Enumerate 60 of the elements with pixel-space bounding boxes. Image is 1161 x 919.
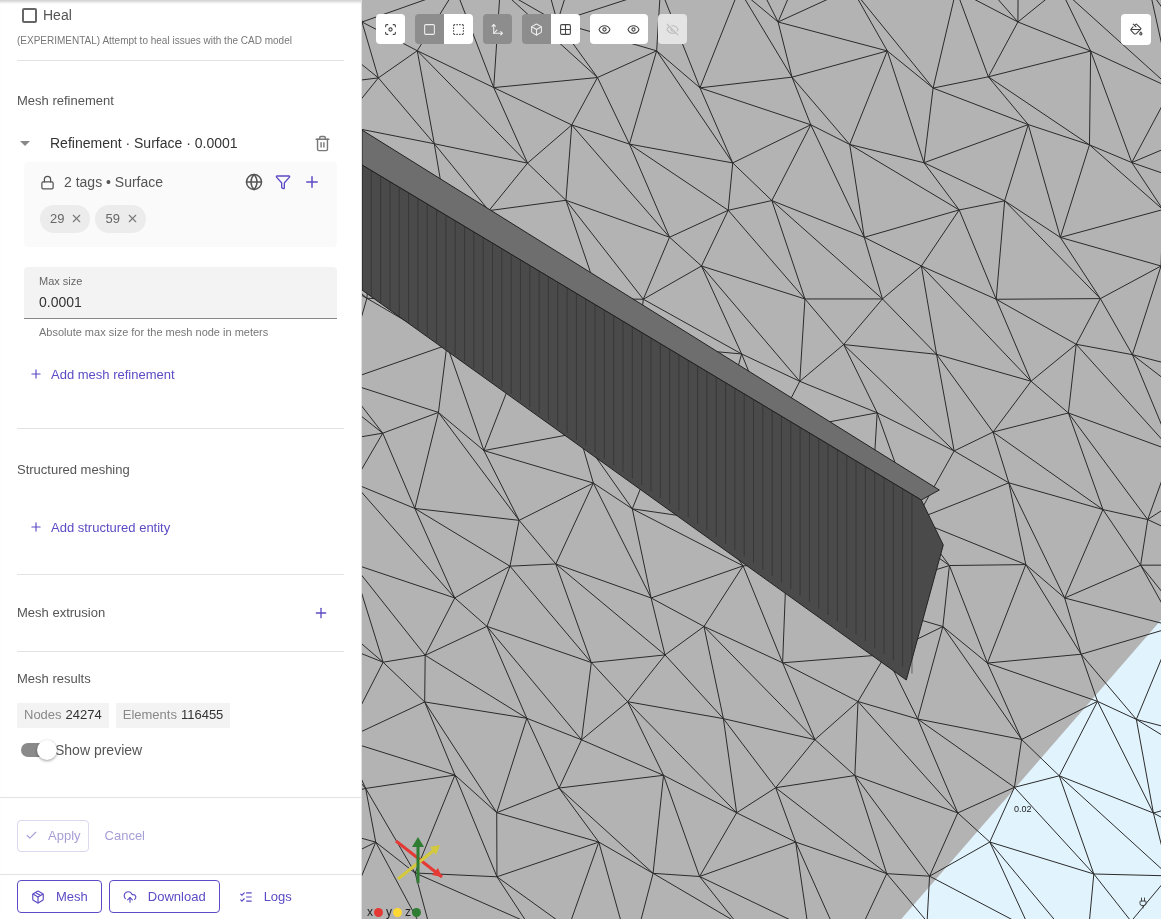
square-icon <box>423 22 436 36</box>
add-icon[interactable] <box>313 605 329 621</box>
section-title: Mesh results <box>17 670 92 688</box>
plug-icon[interactable] <box>1137 897 1149 909</box>
add-icon[interactable] <box>303 173 321 191</box>
grid-icon <box>559 22 572 36</box>
refinement-title: Refinement · Surface · 0.0001 <box>50 133 238 153</box>
paint-bucket-button[interactable] <box>1121 14 1151 45</box>
eye-off-icon <box>666 22 679 36</box>
heal-label: Heal <box>43 6 72 25</box>
selection-summary: 2 tags • Surface <box>64 172 164 192</box>
download-button[interactable]: Download <box>108 880 220 914</box>
eye-icon <box>598 22 611 36</box>
plus-icon <box>29 367 43 382</box>
mesh-button[interactable]: Mesh <box>17 880 102 914</box>
axis-label: y <box>386 906 392 918</box>
logs-button[interactable]: Logs <box>226 880 304 914</box>
heal-description: (EXPERIMENTAL) Attempt to heal issues with the CAD model <box>17 35 293 46</box>
max-size-field[interactable]: Max size 0.0001 <box>24 266 337 319</box>
cube-icon <box>530 22 543 36</box>
add-mesh-refinement-button[interactable]: Add mesh refinement <box>29 364 175 384</box>
add-structured-entity-button[interactable]: Add structured entity <box>29 517 171 537</box>
stat-value: 116455 <box>180 706 224 725</box>
check-icon <box>25 829 38 842</box>
toolbar-button[interactable] <box>590 14 619 44</box>
section-title: Structured meshing <box>17 461 131 479</box>
tag-label: 59 <box>105 209 120 228</box>
list-icon <box>238 889 253 904</box>
axes-icon <box>491 22 504 36</box>
toolbar-button[interactable] <box>619 14 648 44</box>
collapse-caret-icon[interactable] <box>20 140 30 146</box>
dashed-square-icon <box>452 22 465 36</box>
tag-label: 29 <box>50 209 65 228</box>
globe-icon[interactable] <box>245 173 263 191</box>
toolbar-button[interactable] <box>551 14 580 44</box>
stat-label: Elements <box>122 706 177 725</box>
plus-icon <box>29 520 43 535</box>
focus-icon <box>384 22 397 36</box>
lock-icon[interactable] <box>40 174 55 190</box>
field-value: 0.0001 <box>39 293 83 312</box>
axis-label: x <box>367 906 373 918</box>
field-helper: Absolute max size for the mesh node in meters <box>39 325 270 340</box>
toolbar-button[interactable] <box>376 14 405 44</box>
tag-chip[interactable]: 29 <box>40 204 91 233</box>
checkbox[interactable] <box>22 8 37 23</box>
filter-icon[interactable] <box>275 174 291 190</box>
toggle-label: Show preview <box>55 740 143 760</box>
stat-value: 24274 <box>65 706 102 725</box>
section-title: Mesh refinement <box>17 92 115 110</box>
paint-bucket-icon <box>1129 23 1143 36</box>
stat-label: Nodes <box>24 706 62 725</box>
axis-label: z <box>405 906 411 918</box>
field-label: Max size <box>39 273 84 289</box>
cloud-icon <box>122 889 137 904</box>
delete-icon[interactable] <box>314 134 331 152</box>
scale-label: 0.02 <box>1014 803 1032 816</box>
cube-icon <box>31 889 45 904</box>
tag-chip[interactable]: 59 <box>95 204 146 233</box>
section-title: Mesh extrusion <box>17 604 106 623</box>
eye-icon <box>627 22 640 36</box>
